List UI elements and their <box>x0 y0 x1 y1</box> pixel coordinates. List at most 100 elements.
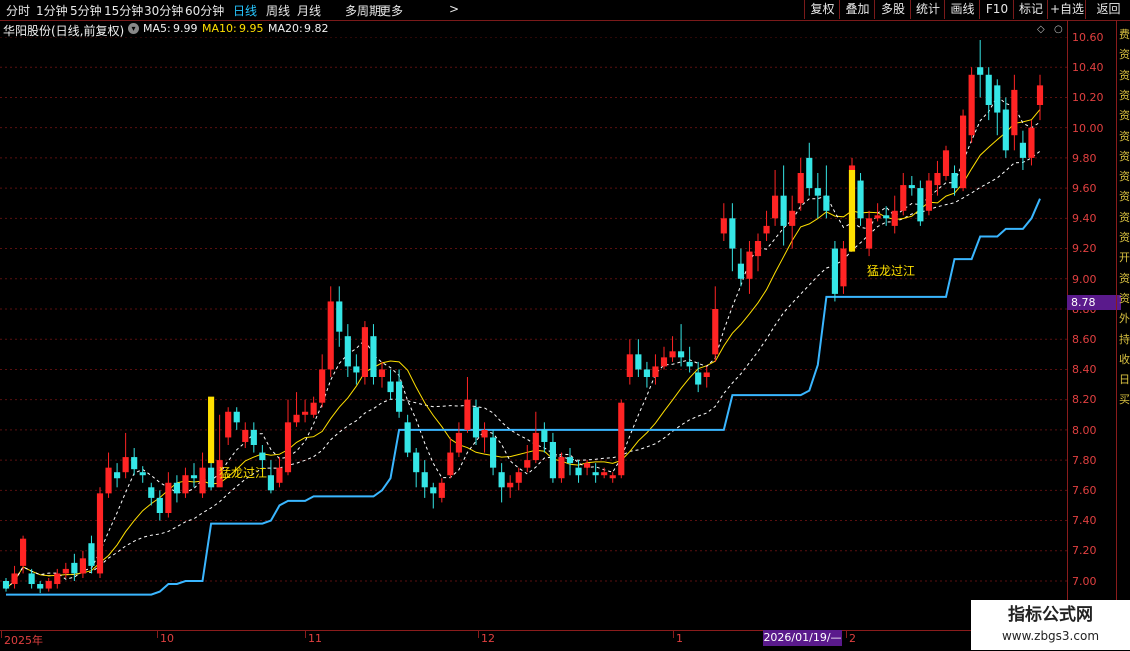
y-tick-label: 7.20 <box>1072 544 1097 558</box>
candle-body <box>746 251 753 279</box>
toolbar-button-6[interactable]: 标记 <box>1013 0 1048 19</box>
ma10-line <box>5 109 1041 589</box>
toolbar-button-8[interactable]: 返回 <box>1085 0 1130 19</box>
candle-body <box>789 210 796 226</box>
strip-char: 资 <box>1119 210 1130 224</box>
candlestick-chart[interactable] <box>0 37 1067 627</box>
candle-body <box>635 354 642 370</box>
toolbar-button-1[interactable]: 叠加 <box>839 0 875 19</box>
strip-char: 资 <box>1119 170 1130 184</box>
candle-body <box>37 584 44 589</box>
y-tick-label: 7.00 <box>1072 574 1097 588</box>
candle-body <box>139 472 146 476</box>
y-tick-label: 8.60 <box>1072 333 1097 346</box>
toolbar-button-4[interactable]: 画线 <box>944 0 980 19</box>
tab-8[interactable]: 月线 <box>297 2 321 19</box>
candle-body <box>584 463 591 468</box>
candle-body <box>823 195 830 211</box>
strip-char: 费 <box>1119 28 1130 41</box>
candle-body <box>396 381 403 412</box>
x-tick-label: 10 <box>160 632 174 645</box>
strip-char: 资 <box>1119 231 1130 244</box>
cursor-date: 2026/01/19/— <box>763 630 842 646</box>
tab-6[interactable]: 日线 <box>233 2 257 19</box>
tab-5[interactable]: 60分钟 <box>185 2 224 19</box>
tab-3[interactable]: 15分钟 <box>104 2 143 19</box>
tab-1[interactable]: 1分钟 <box>36 2 68 19</box>
candle-body <box>344 336 351 367</box>
candle-body <box>515 472 522 483</box>
signal-bar <box>848 169 856 252</box>
tab-4[interactable]: 30分钟 <box>144 2 183 19</box>
candle-body <box>45 581 52 589</box>
x-tick-label: 1 <box>676 632 683 645</box>
strip-char: 资 <box>1119 129 1130 143</box>
candle-body <box>165 482 172 513</box>
candle-body <box>814 188 821 196</box>
candle-body <box>336 301 343 332</box>
ma10-label: MA10: <box>202 22 237 35</box>
signal-label: 猛龙过江 <box>219 466 268 480</box>
candle-body <box>985 74 992 105</box>
candle-body <box>652 366 659 377</box>
ma20-value: 9.82 <box>304 22 329 35</box>
tab-0[interactable]: 分时 <box>6 2 30 19</box>
toolbar-button-7[interactable]: +自选 <box>1047 0 1086 19</box>
toolbar-button-3[interactable]: 统计 <box>910 0 945 19</box>
watermark-title: 指标公式网 <box>1008 605 1093 625</box>
toolbar-button-0[interactable]: 复权 <box>804 0 840 19</box>
tab-2[interactable]: 5分钟 <box>70 2 102 19</box>
y-tick-label: 9.80 <box>1072 151 1097 165</box>
circle-icon[interactable]: ○ <box>1054 24 1063 35</box>
candle-body <box>532 432 539 461</box>
candle-body <box>413 452 420 473</box>
candle-body <box>447 452 454 476</box>
tab-10[interactable]: 更多 <box>379 2 403 19</box>
candle-body <box>669 351 676 358</box>
candle-body <box>361 327 368 377</box>
candle-body <box>686 361 693 367</box>
toolbar-button-2[interactable]: 多股 <box>874 0 911 19</box>
candle-body <box>310 402 317 415</box>
candle-body <box>190 475 198 479</box>
x-tick <box>1 631 2 638</box>
diamond-icon[interactable]: ◇ <box>1037 24 1045 35</box>
candle-body <box>601 472 608 476</box>
candle-body <box>549 441 556 479</box>
price-axis: 10.60 10.40 10.20 10.00 9.80 9.60 9.40 9.20 9.00… <box>1067 20 1116 630</box>
candle-body <box>609 475 616 479</box>
ma5-value: 9.99 <box>173 22 198 35</box>
tab-7[interactable]: 周线 <box>266 2 290 19</box>
strip-char: 买 <box>1119 393 1130 407</box>
candle-body <box>891 210 898 226</box>
ma10-value: 9.95 <box>239 22 264 35</box>
tab-9[interactable]: 多周期 <box>345 2 381 19</box>
x-tick <box>305 631 306 638</box>
chevron-down-icon[interactable]: ▾ <box>128 23 139 34</box>
candle-body <box>900 185 907 211</box>
candle-body <box>11 573 18 585</box>
toolbar-button-5[interactable]: F10 <box>979 0 1014 19</box>
candle-body <box>173 482 180 494</box>
candle-body <box>79 558 86 574</box>
candle-body <box>455 432 462 453</box>
candle-body <box>874 215 881 219</box>
candle-body <box>156 497 163 513</box>
candle-body <box>772 195 779 219</box>
candle-body <box>592 472 599 476</box>
watermark: 指标公式网 www.zbgs3.com <box>971 600 1130 650</box>
candle-body <box>857 180 864 219</box>
strip-char: 资 <box>1119 190 1130 204</box>
strip-char: 资 <box>1119 109 1130 123</box>
x-tick-label: 2 <box>849 632 856 645</box>
candle-body <box>806 157 813 189</box>
chevron-right-icon[interactable]: > <box>449 2 459 16</box>
signal-bar <box>208 396 215 464</box>
candle-body <box>387 381 394 393</box>
candle-body <box>678 351 685 358</box>
right-info-strip: 费资资资资资资资资资资开资资外持收日买 <box>1116 20 1130 630</box>
candle-body <box>464 399 471 430</box>
candle-body <box>780 195 787 226</box>
candle-body <box>1019 142 1026 158</box>
y-tick-label: 10.20 <box>1072 91 1104 105</box>
